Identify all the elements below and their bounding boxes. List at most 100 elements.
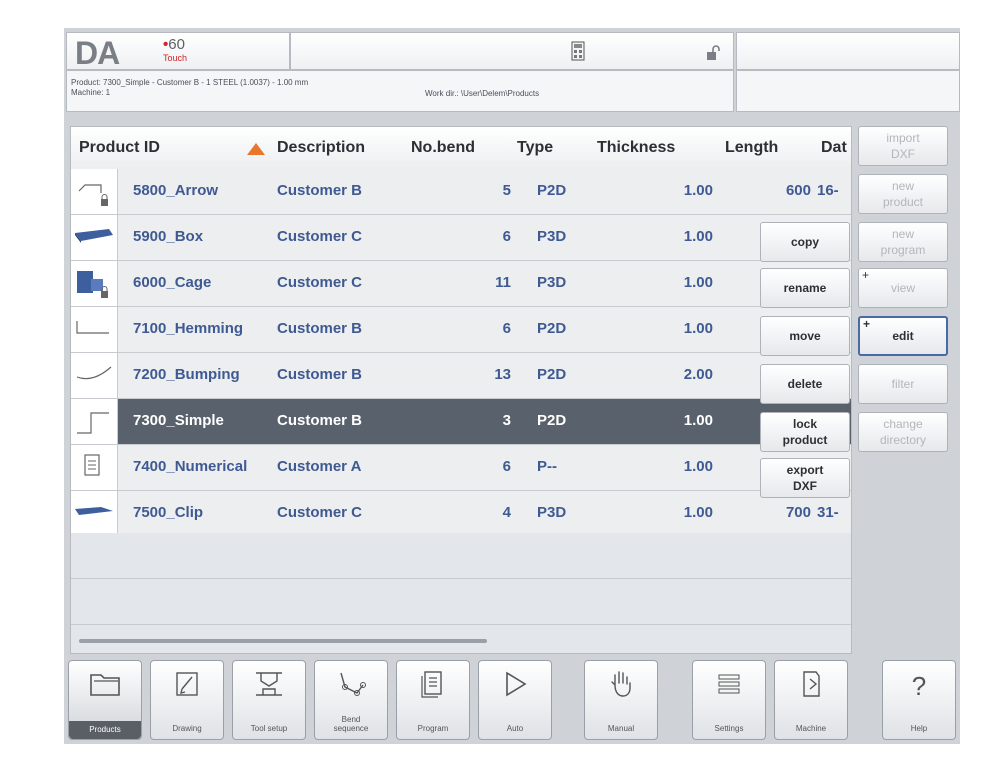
- cell-type: P3D: [537, 504, 567, 521]
- hand-icon: [611, 671, 631, 697]
- settings-list-icon: [718, 674, 740, 694]
- nav-label: Bend sequence: [333, 715, 369, 733]
- lock-product-label-1: lock: [792, 417, 817, 431]
- export-dxf-button[interactable]: export DXF: [760, 458, 850, 498]
- product-thumbnail: [71, 353, 118, 398]
- cell-description: Customer B: [277, 182, 363, 199]
- new-program-button[interactable]: new program: [858, 222, 948, 262]
- cell-type: P--: [537, 458, 557, 475]
- header-info-right: [736, 70, 960, 112]
- filter-button[interactable]: filter: [858, 364, 948, 404]
- table-row[interactable]: 7300_Simple Customer B 3 P2D 1.00: [71, 399, 851, 445]
- nav-label: Drawing: [172, 724, 202, 733]
- col-header-description[interactable]: Description: [277, 139, 365, 157]
- table-header: Product ID Description No.bend Type Thic…: [71, 127, 851, 170]
- brand-logo: DA •60 Touch: [66, 32, 290, 71]
- cell-date: 31-: [817, 504, 839, 521]
- machine-icon: [803, 671, 820, 697]
- nav-label: Settings: [714, 724, 744, 733]
- cell-no-bend: 4: [502, 504, 511, 521]
- cell-product-id: 7400_Numerical: [133, 458, 248, 475]
- edit-label: edit: [892, 329, 914, 343]
- tool-setup-icon: [256, 672, 282, 696]
- play-icon: [506, 671, 527, 697]
- bend-sequence-icon: [340, 672, 366, 696]
- cell-thickness: 1.00: [683, 228, 713, 245]
- cell-type: P2D: [537, 412, 567, 429]
- header-right-panel: [736, 32, 960, 70]
- nav-help[interactable]: ? Help: [882, 660, 956, 740]
- nav-drawing[interactable]: Drawing: [150, 660, 224, 740]
- cell-product-id: 6000_Cage: [133, 274, 212, 291]
- cell-type: P2D: [537, 182, 567, 199]
- table-row[interactable]: 5900_Box Customer C 6 P3D 1.00: [71, 215, 851, 261]
- lock-product-button[interactable]: lock product: [760, 412, 850, 452]
- lock-product-label-2: product: [782, 433, 828, 447]
- copy-button[interactable]: copy: [760, 222, 850, 262]
- export-dxf-label-2: DXF: [793, 479, 817, 493]
- dialog-window: DA •60 Touch Product: 7300_Simple - Cust…: [64, 28, 960, 744]
- sort-ascending-icon[interactable]: [247, 143, 265, 155]
- table-row[interactable]: 7100_Hemming Customer B 6 P2D 1.00: [71, 307, 851, 353]
- help-icon: ?: [911, 671, 927, 701]
- edit-button[interactable]: + edit: [858, 316, 948, 356]
- cell-description: Customer C: [277, 504, 363, 521]
- import-dxf-button[interactable]: import DXF: [858, 126, 948, 166]
- view-label: view: [890, 281, 915, 295]
- products-table[interactable]: Product ID Description No.bend Type Thic…: [70, 126, 852, 654]
- change-directory-button[interactable]: change directory: [858, 412, 948, 452]
- unlocked-padlock-icon[interactable]: [705, 45, 721, 61]
- horizontal-scrollbar[interactable]: [79, 639, 487, 643]
- nav-label: Help: [910, 724, 928, 733]
- nav-settings[interactable]: Settings: [692, 660, 766, 740]
- col-header-product-id[interactable]: Product ID: [79, 139, 160, 157]
- new-product-button[interactable]: new product: [858, 174, 948, 214]
- col-header-thickness[interactable]: Thickness: [597, 139, 675, 157]
- cell-thickness: 1.00: [683, 504, 713, 521]
- nav-tool-setup[interactable]: Tool setup: [232, 660, 306, 740]
- cell-type: P3D: [537, 228, 567, 245]
- lock-icon: [101, 291, 108, 298]
- logo-touch: Touch: [163, 53, 188, 63]
- logo-model: •60: [163, 36, 185, 53]
- move-button[interactable]: move: [760, 316, 850, 356]
- calculator-icon[interactable]: [571, 41, 585, 61]
- table-row[interactable]: 7200_Bumping Customer B 13 P2D 2.00: [71, 353, 851, 399]
- cell-description: Customer B: [277, 320, 363, 337]
- table-row[interactable]: 7500_Clip Customer C 4 P3D 1.00 700 31-: [71, 491, 851, 537]
- table-row[interactable]: 6000_Cage Customer C 11 P3D 1.00: [71, 261, 851, 307]
- col-header-date[interactable]: Dat: [821, 139, 847, 157]
- nav-auto[interactable]: Auto: [478, 660, 552, 740]
- nav-machine[interactable]: Machine: [774, 660, 848, 740]
- rename-button[interactable]: rename: [760, 268, 850, 308]
- cell-description: Customer B: [277, 412, 363, 429]
- nav-manual[interactable]: Manual: [584, 660, 658, 740]
- cell-description: Customer C: [277, 228, 363, 245]
- product-thumbnail: [71, 169, 118, 214]
- product-thumbnail: [71, 261, 118, 306]
- cell-description: Customer A: [277, 458, 362, 475]
- cell-product-id: 7500_Clip: [133, 504, 204, 521]
- cell-product-id: 5800_Arrow: [133, 182, 219, 199]
- import-dxf-label-1: import: [886, 131, 920, 145]
- view-button[interactable]: + view: [858, 268, 948, 308]
- change-directory-label-1: change: [883, 417, 923, 431]
- delete-button[interactable]: delete: [760, 364, 850, 404]
- program-pages-icon: [421, 671, 442, 698]
- table-row[interactable]: 7400_Numerical Customer A 6 P-- 1.00: [71, 445, 851, 491]
- nav-products[interactable]: Products: [68, 660, 142, 740]
- table-row[interactable]: 5800_Arrow Customer B 5 P2D 1.00 600 16-: [71, 169, 851, 215]
- cell-no-bend: 6: [502, 320, 511, 337]
- col-header-type[interactable]: Type: [517, 139, 553, 157]
- nav-bend-sequence[interactable]: Bend sequence: [314, 660, 388, 740]
- pencil-icon: [176, 672, 198, 696]
- col-header-length[interactable]: Length: [725, 139, 778, 157]
- cell-date: 16-: [817, 182, 839, 199]
- cell-description: Customer B: [277, 366, 363, 383]
- nav-label: Products: [69, 721, 141, 739]
- nav-label: Manual: [607, 724, 635, 733]
- nav-program[interactable]: Program: [396, 660, 470, 740]
- cell-thickness: 1.00: [683, 320, 713, 337]
- col-header-no-bend[interactable]: No.bend: [411, 139, 475, 157]
- lock-icon: [101, 199, 108, 206]
